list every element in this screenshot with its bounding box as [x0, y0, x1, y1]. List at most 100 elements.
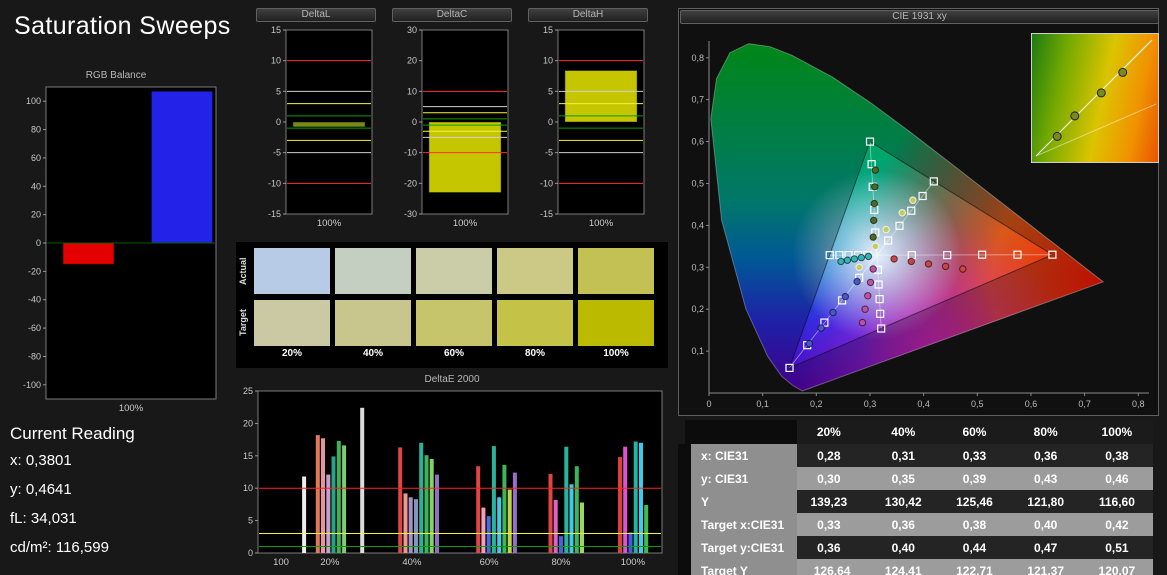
cie-1931-panel[interactable]: CIE 1931 xy 00,10,20,30,40,50,60,70,80,1…	[678, 8, 1159, 416]
delta-e-bar-3	[326, 475, 330, 553]
swatch-row-label-actual: Actual	[238, 248, 250, 294]
cie-x-tick-label: 0,7	[1078, 399, 1091, 409]
results-row-label: Target Y	[685, 559, 797, 575]
cie-x-tick-label: 0,3	[864, 399, 877, 409]
measurement-marker	[806, 340, 812, 346]
measurement-marker	[872, 167, 878, 173]
delta-e-bar-11	[414, 499, 418, 553]
results-col-header: 20%	[797, 420, 868, 444]
delta-c-panel[interactable]: DeltaC 3020100-10-20-30100%	[392, 8, 512, 235]
results-cell: 139,23	[797, 490, 868, 513]
y-tick-label: -15	[268, 209, 281, 219]
delta-e-2000-panel[interactable]: DeltaE 2000 051015202510020%40%60%80%100…	[232, 374, 672, 575]
page-title: Saturation Sweeps	[14, 12, 231, 41]
measurement-marker	[838, 258, 844, 264]
cie-y-tick-label: 0,7	[691, 95, 704, 105]
results-cell: 0,36	[797, 536, 868, 559]
measurement-marker	[871, 217, 877, 223]
swatch-target-80%	[497, 300, 573, 346]
rgb-balance-chart: 100806040200-20-40-60-80-100100%	[8, 83, 224, 422]
delta-e-bar-33	[629, 532, 633, 553]
swatch-target-60%	[416, 300, 492, 346]
x-axis-label: 100%	[453, 218, 478, 229]
results-cell: 0,36	[1010, 444, 1081, 467]
x-tick-label: 20%	[320, 557, 340, 568]
measurement-marker	[883, 226, 889, 232]
y-tick-label: -5	[273, 148, 281, 158]
y-tick-label: 10	[243, 483, 253, 493]
cie-x-tick-label: 0,4	[917, 399, 930, 409]
results-col-header	[685, 420, 797, 444]
delta-c-title: DeltaC	[392, 8, 512, 22]
results-cell: 120,07	[1081, 559, 1152, 575]
y-tick-label: 10	[407, 86, 417, 96]
delta-e-bar-16	[476, 466, 480, 553]
results-col-header: 100%	[1081, 420, 1152, 444]
results-row-label: y: CIE31	[685, 467, 797, 490]
measurement-marker	[867, 279, 873, 285]
y-tick-label: 5	[548, 86, 553, 96]
saturation-sweeps-page: Saturation Sweeps RGB Balance 1008060402…	[0, 0, 1167, 575]
delta-e-bar-1	[316, 435, 320, 553]
y-tick-label: 10	[543, 56, 553, 66]
cie-y-tick-label: 0,3	[691, 262, 704, 272]
delta-e-bar-35	[639, 443, 643, 553]
delta-e-bar-13	[425, 455, 429, 553]
results-cell: 0,42	[1081, 513, 1152, 536]
delta-e-2000-title: DeltaE 2000	[232, 374, 672, 385]
delta-l-chart: 151050-5-10-15100%	[256, 22, 376, 235]
y-tick-label: -60	[28, 323, 41, 333]
measurement-marker	[858, 254, 864, 260]
delta-e-bar-29	[575, 466, 579, 553]
rgb-balance-panel[interactable]: RGB Balance 100806040200-20-40-60-80-100…	[8, 70, 224, 422]
results-table-panel[interactable]: 20%40%60%80%100%x: CIE310,280,310,330,36…	[678, 420, 1159, 569]
cie-y-tick-label: 0,4	[691, 220, 704, 230]
results-row: Target x:CIE310,330,360,380,400,42	[685, 513, 1153, 536]
cie-y-tick-label: 0,6	[691, 137, 704, 147]
delta-h-panel[interactable]: DeltaH 151050-5-10-15100%	[528, 8, 648, 235]
swatch-pct-label: 40%	[335, 348, 411, 359]
delta-e-bar-36	[644, 505, 648, 553]
reading-y: y: 0,4641	[10, 481, 135, 510]
delta-e-bar-23	[513, 473, 517, 553]
results-cell: 125,46	[939, 490, 1010, 513]
saturation-swatch-panel[interactable]: ActualTarget20%40%60%80%100%	[236, 242, 668, 368]
y-tick-label: 20	[31, 210, 41, 220]
delta-l-panel[interactable]: DeltaL 151050-5-10-15100%	[256, 8, 376, 235]
results-col-header: 40%	[868, 420, 939, 444]
delta-e-bar-27	[564, 447, 568, 553]
rgb-balance-bar-1	[151, 91, 212, 243]
measurement-marker	[859, 319, 865, 325]
y-tick-label: 0	[276, 117, 281, 127]
results-cell: 121,80	[1010, 490, 1081, 513]
delta-e-svg: 051015202510020%40%60%80%100%	[232, 387, 672, 571]
delta-c-bar-0	[429, 122, 501, 193]
results-cell: 0,33	[797, 513, 868, 536]
cie-zoom-inset	[1031, 33, 1159, 163]
delta-e-bar-22	[508, 490, 512, 554]
rgb-balance-svg: 100806040200-20-40-60-80-100100%	[8, 83, 224, 417]
delta-c-svg: 3020100-10-20-30100%	[392, 22, 512, 230]
current-reading-heading: Current Reading	[10, 424, 135, 444]
results-table: 20%40%60%80%100%x: CIE310,280,310,330,36…	[678, 420, 1159, 575]
measurement-marker	[925, 261, 931, 267]
y-tick-label: -20	[404, 178, 417, 188]
measurement-marker	[942, 263, 948, 269]
inset-marker	[1053, 132, 1061, 140]
rgb-balance-bar-0	[63, 243, 114, 264]
results-cell: 116,60	[1081, 490, 1152, 513]
cie-y-tick-label: 0,2	[691, 304, 704, 314]
y-tick-label: 0	[248, 548, 253, 558]
swatch-actual-20%	[254, 248, 330, 294]
y-tick-label: 5	[276, 86, 281, 96]
delta-h-title: DeltaH	[528, 8, 648, 22]
cie-x-tick-label: 0	[706, 399, 711, 409]
results-cell: 0,40	[1010, 513, 1081, 536]
delta-e-bar-5	[337, 441, 341, 553]
results-col-header: 80%	[1010, 420, 1081, 444]
measurement-marker	[865, 253, 871, 259]
delta-e-bar-4	[332, 456, 336, 553]
y-tick-label: -30	[404, 209, 417, 219]
swatch-target-100%	[578, 300, 654, 346]
results-row-label: Y	[685, 490, 797, 513]
